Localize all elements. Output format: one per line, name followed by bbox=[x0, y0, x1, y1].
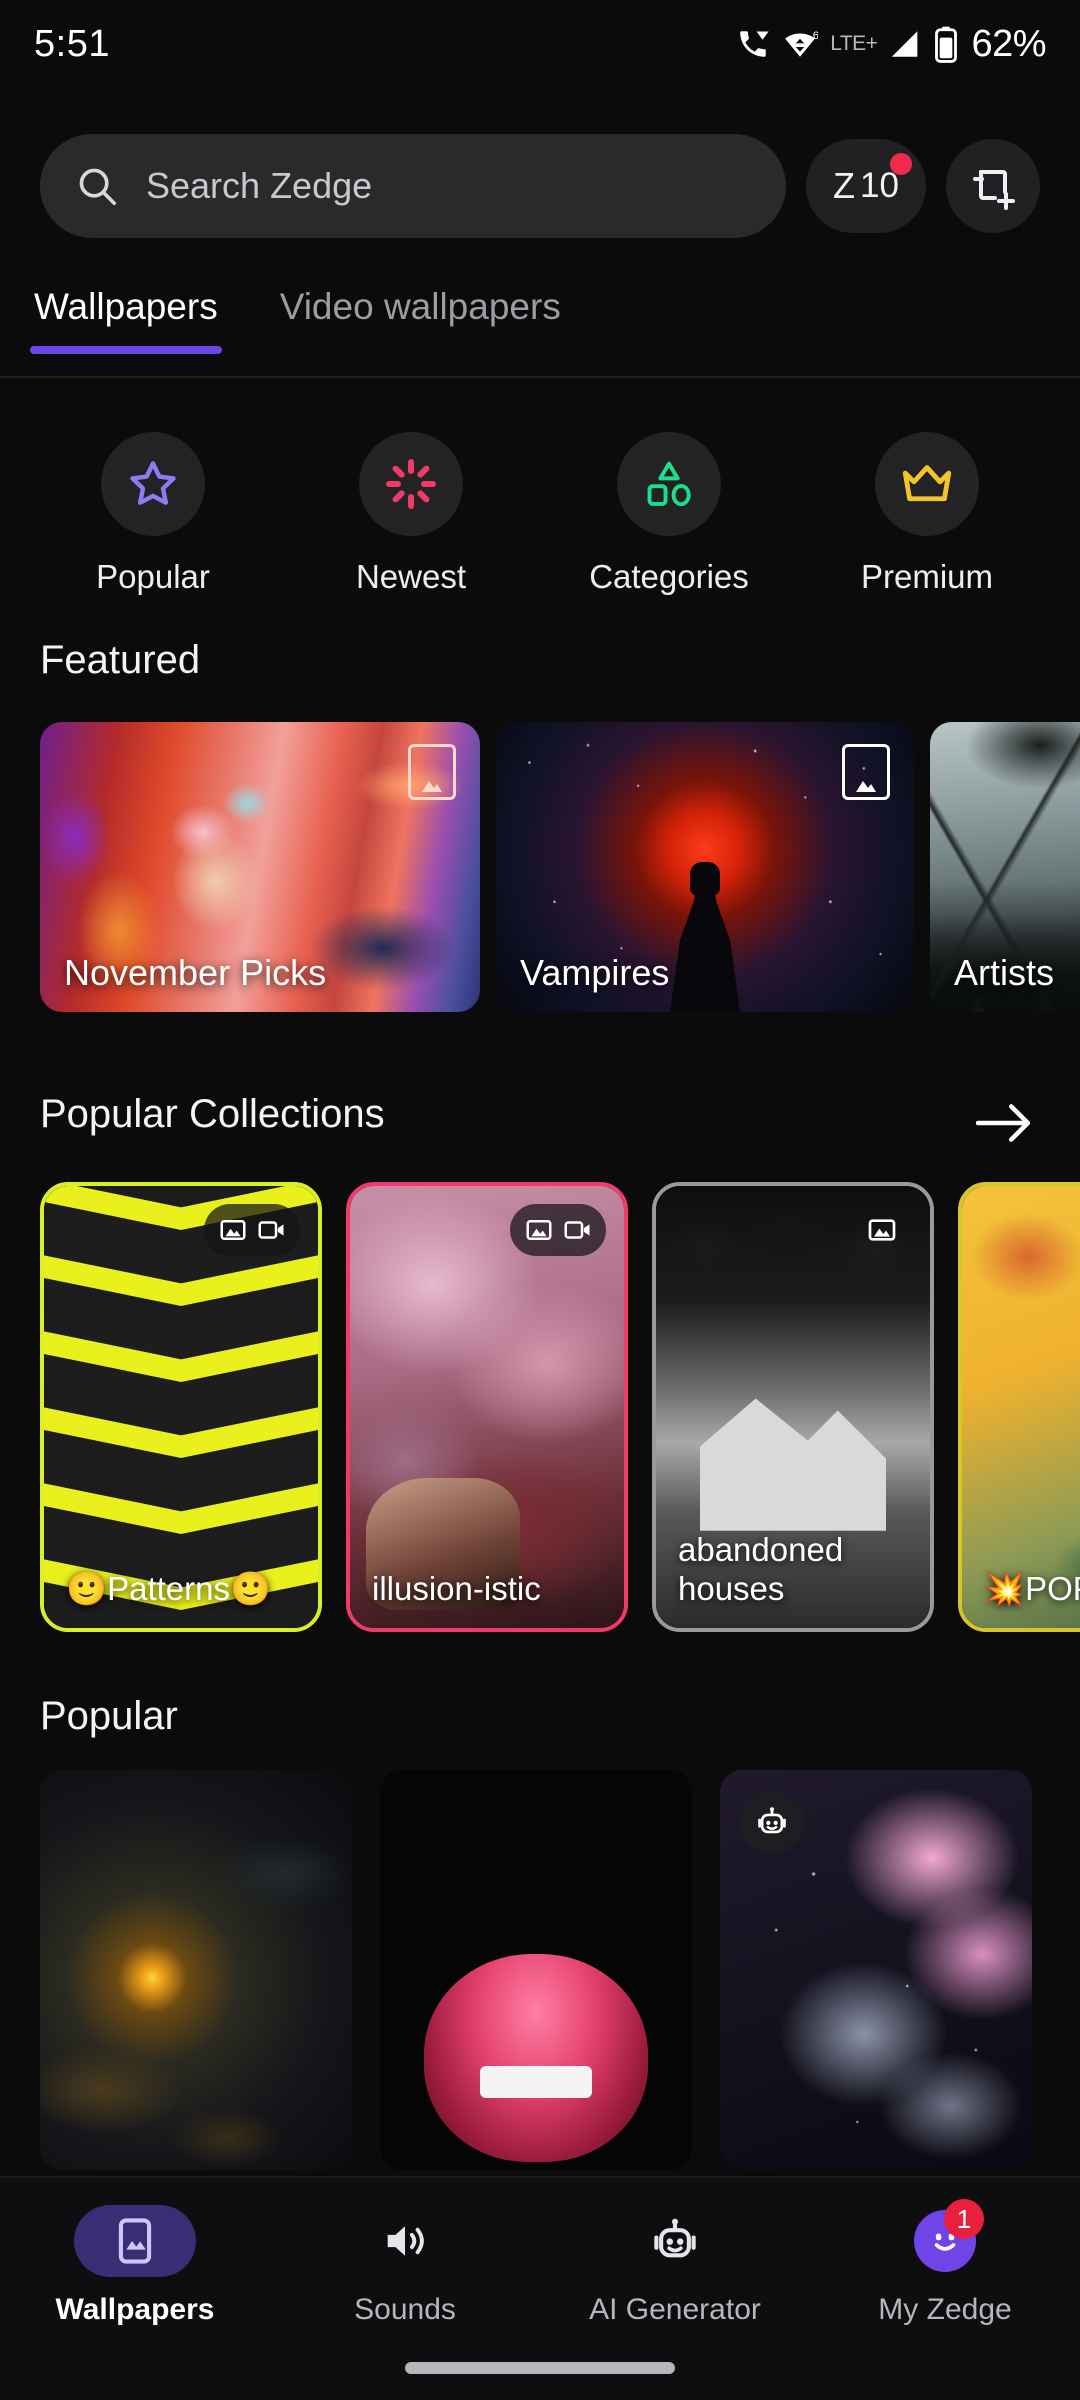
collections-section-title: Popular Collections bbox=[40, 1092, 385, 1136]
search-icon bbox=[79, 168, 117, 206]
featured-card-label: November Picks bbox=[64, 952, 327, 993]
image-icon bbox=[220, 1220, 246, 1240]
popular-wallpaper-item[interactable] bbox=[380, 1770, 692, 2170]
status-bar-clock: 5:51 bbox=[34, 22, 110, 65]
video-icon bbox=[564, 1221, 590, 1239]
crown-icon bbox=[902, 465, 952, 502]
featured-carousel[interactable]: November Picks Vampires Artists bbox=[0, 722, 1080, 1012]
quick-link-categories[interactable]: Categories bbox=[574, 432, 764, 596]
collection-card-art bbox=[962, 1186, 1080, 1628]
collection-card-label: abandoned houses bbox=[678, 1531, 844, 1607]
quick-link-label: Categories bbox=[589, 558, 749, 595]
nav-item-wallpapers[interactable]: Wallpapers bbox=[0, 2178, 270, 2400]
search-placeholder: Search Zedge bbox=[146, 165, 373, 206]
featured-card[interactable]: November Picks bbox=[40, 722, 480, 1012]
nav-label: Sounds bbox=[354, 2293, 456, 2326]
phone-wifi-calling-icon bbox=[740, 31, 769, 57]
quick-link-label: Premium bbox=[860, 558, 994, 595]
popular-grid[interactable] bbox=[0, 1770, 1080, 2170]
quick-link-icon-wrap bbox=[101, 432, 205, 536]
shapes-icon bbox=[647, 461, 691, 507]
status-bar: 5:51 6 LTE+ 62% bbox=[0, 0, 1080, 88]
nav-icon-wrap bbox=[614, 2205, 736, 2277]
search-input[interactable]: Search Zedge bbox=[40, 134, 786, 238]
arrow-right-icon bbox=[976, 1104, 1031, 1142]
quick-link-icon-wrap bbox=[617, 432, 721, 536]
collection-media-badge bbox=[204, 1204, 300, 1256]
quick-link-icon-wrap bbox=[359, 432, 463, 536]
my-zedge-badge-count: 1 bbox=[944, 2199, 984, 2239]
credits-pill[interactable]: Z 10 bbox=[806, 139, 926, 233]
quick-link-premium[interactable]: Premium bbox=[832, 432, 1022, 596]
featured-card[interactable]: Artists bbox=[930, 722, 1080, 1012]
collection-card[interactable]: 🙂Patterns🙂 bbox=[40, 1182, 322, 1632]
wallpaper-icon bbox=[118, 2218, 152, 2264]
image-icon bbox=[842, 744, 890, 800]
collection-card-label: 🙂Patterns🙂 bbox=[66, 1570, 272, 1607]
status-bar-icons: 6 LTE+ 62% bbox=[735, 23, 1046, 66]
nav-label: Wallpapers bbox=[55, 2293, 215, 2326]
search-row: Search Zedge Z 10 bbox=[0, 134, 1080, 238]
featured-section-title: Featured bbox=[40, 638, 201, 682]
battery-icon bbox=[935, 26, 958, 63]
add-wallpaper-button[interactable] bbox=[946, 139, 1040, 233]
quick-link-newest[interactable]: Newest bbox=[316, 432, 506, 596]
collection-card[interactable]: illusion-istic bbox=[346, 1182, 628, 1632]
popular-wallpaper-item[interactable] bbox=[720, 1770, 1032, 2170]
zedge-home-screen: 5:51 6 LTE+ 62% bbox=[0, 0, 1080, 2400]
credits-notification-dot bbox=[890, 153, 912, 175]
credits-symbol: Z bbox=[833, 165, 856, 206]
collections-carousel[interactable]: 🙂Patterns🙂 illusion-istic abandoned hous… bbox=[0, 1182, 1080, 1632]
speaker-icon bbox=[387, 2226, 424, 2256]
image-icon bbox=[408, 744, 456, 800]
vampire-figure-body bbox=[670, 880, 740, 1012]
wifi-6-data-icon: 6 bbox=[785, 30, 818, 57]
tab-video-wallpapers[interactable]: Video wallpapers bbox=[280, 282, 561, 328]
collection-card[interactable]: abandoned houses bbox=[652, 1182, 934, 1632]
nav-label: My Zedge bbox=[878, 2293, 1012, 2326]
collection-card-label: 💥POP bbox=[984, 1570, 1080, 1607]
collection-media-badge bbox=[852, 1204, 912, 1256]
gesture-navigation-bar[interactable] bbox=[405, 2362, 675, 2374]
sparkle-burst-icon bbox=[386, 459, 436, 509]
signal-bars-icon bbox=[892, 31, 918, 57]
quick-link-label: Newest bbox=[355, 558, 467, 595]
star-icon bbox=[130, 461, 176, 505]
quick-link-icon-wrap bbox=[875, 432, 979, 536]
nav-label: AI Generator bbox=[589, 2293, 761, 2326]
ai-robot-icon bbox=[740, 1790, 804, 1854]
nav-icon-wrap bbox=[74, 2205, 196, 2277]
nav-item-my-zedge[interactable]: 1 My Zedge bbox=[810, 2178, 1080, 2400]
featured-card-label: Artists bbox=[954, 952, 1055, 993]
popular-section-title: Popular bbox=[40, 1694, 178, 1738]
tab-wallpapers[interactable]: Wallpapers bbox=[30, 282, 222, 354]
featured-card[interactable]: Vampires bbox=[496, 722, 914, 1012]
quick-link-popular[interactable]: Popular bbox=[58, 432, 248, 596]
collections-see-all-button[interactable] bbox=[974, 1092, 1036, 1154]
collection-media-badge bbox=[510, 1204, 606, 1256]
quick-links-row: Popular Newest Categories Premium bbox=[0, 432, 1080, 596]
quick-link-label: Popular bbox=[96, 558, 210, 595]
network-type-label: LTE+ bbox=[830, 32, 878, 55]
ai-robot-icon bbox=[654, 2218, 696, 2258]
battery-percent-label: 62% bbox=[971, 22, 1046, 65]
image-icon bbox=[868, 1219, 896, 1241]
collection-card-label: illusion-istic bbox=[372, 1570, 541, 1607]
collection-card[interactable]: 💥POP bbox=[958, 1182, 1080, 1632]
nav-icon-wrap: 1 bbox=[884, 2199, 1006, 2277]
video-icon bbox=[258, 1221, 284, 1239]
popular-wallpaper-item[interactable] bbox=[40, 1770, 352, 2170]
nav-icon-wrap bbox=[344, 2205, 466, 2277]
image-icon bbox=[526, 1220, 552, 1240]
add-wallpaper-icon bbox=[973, 170, 1015, 210]
svg-text:6: 6 bbox=[813, 30, 818, 42]
content-type-tabs: Wallpapers Video wallpapers bbox=[0, 282, 1080, 378]
featured-card-label: Vampires bbox=[520, 952, 670, 993]
